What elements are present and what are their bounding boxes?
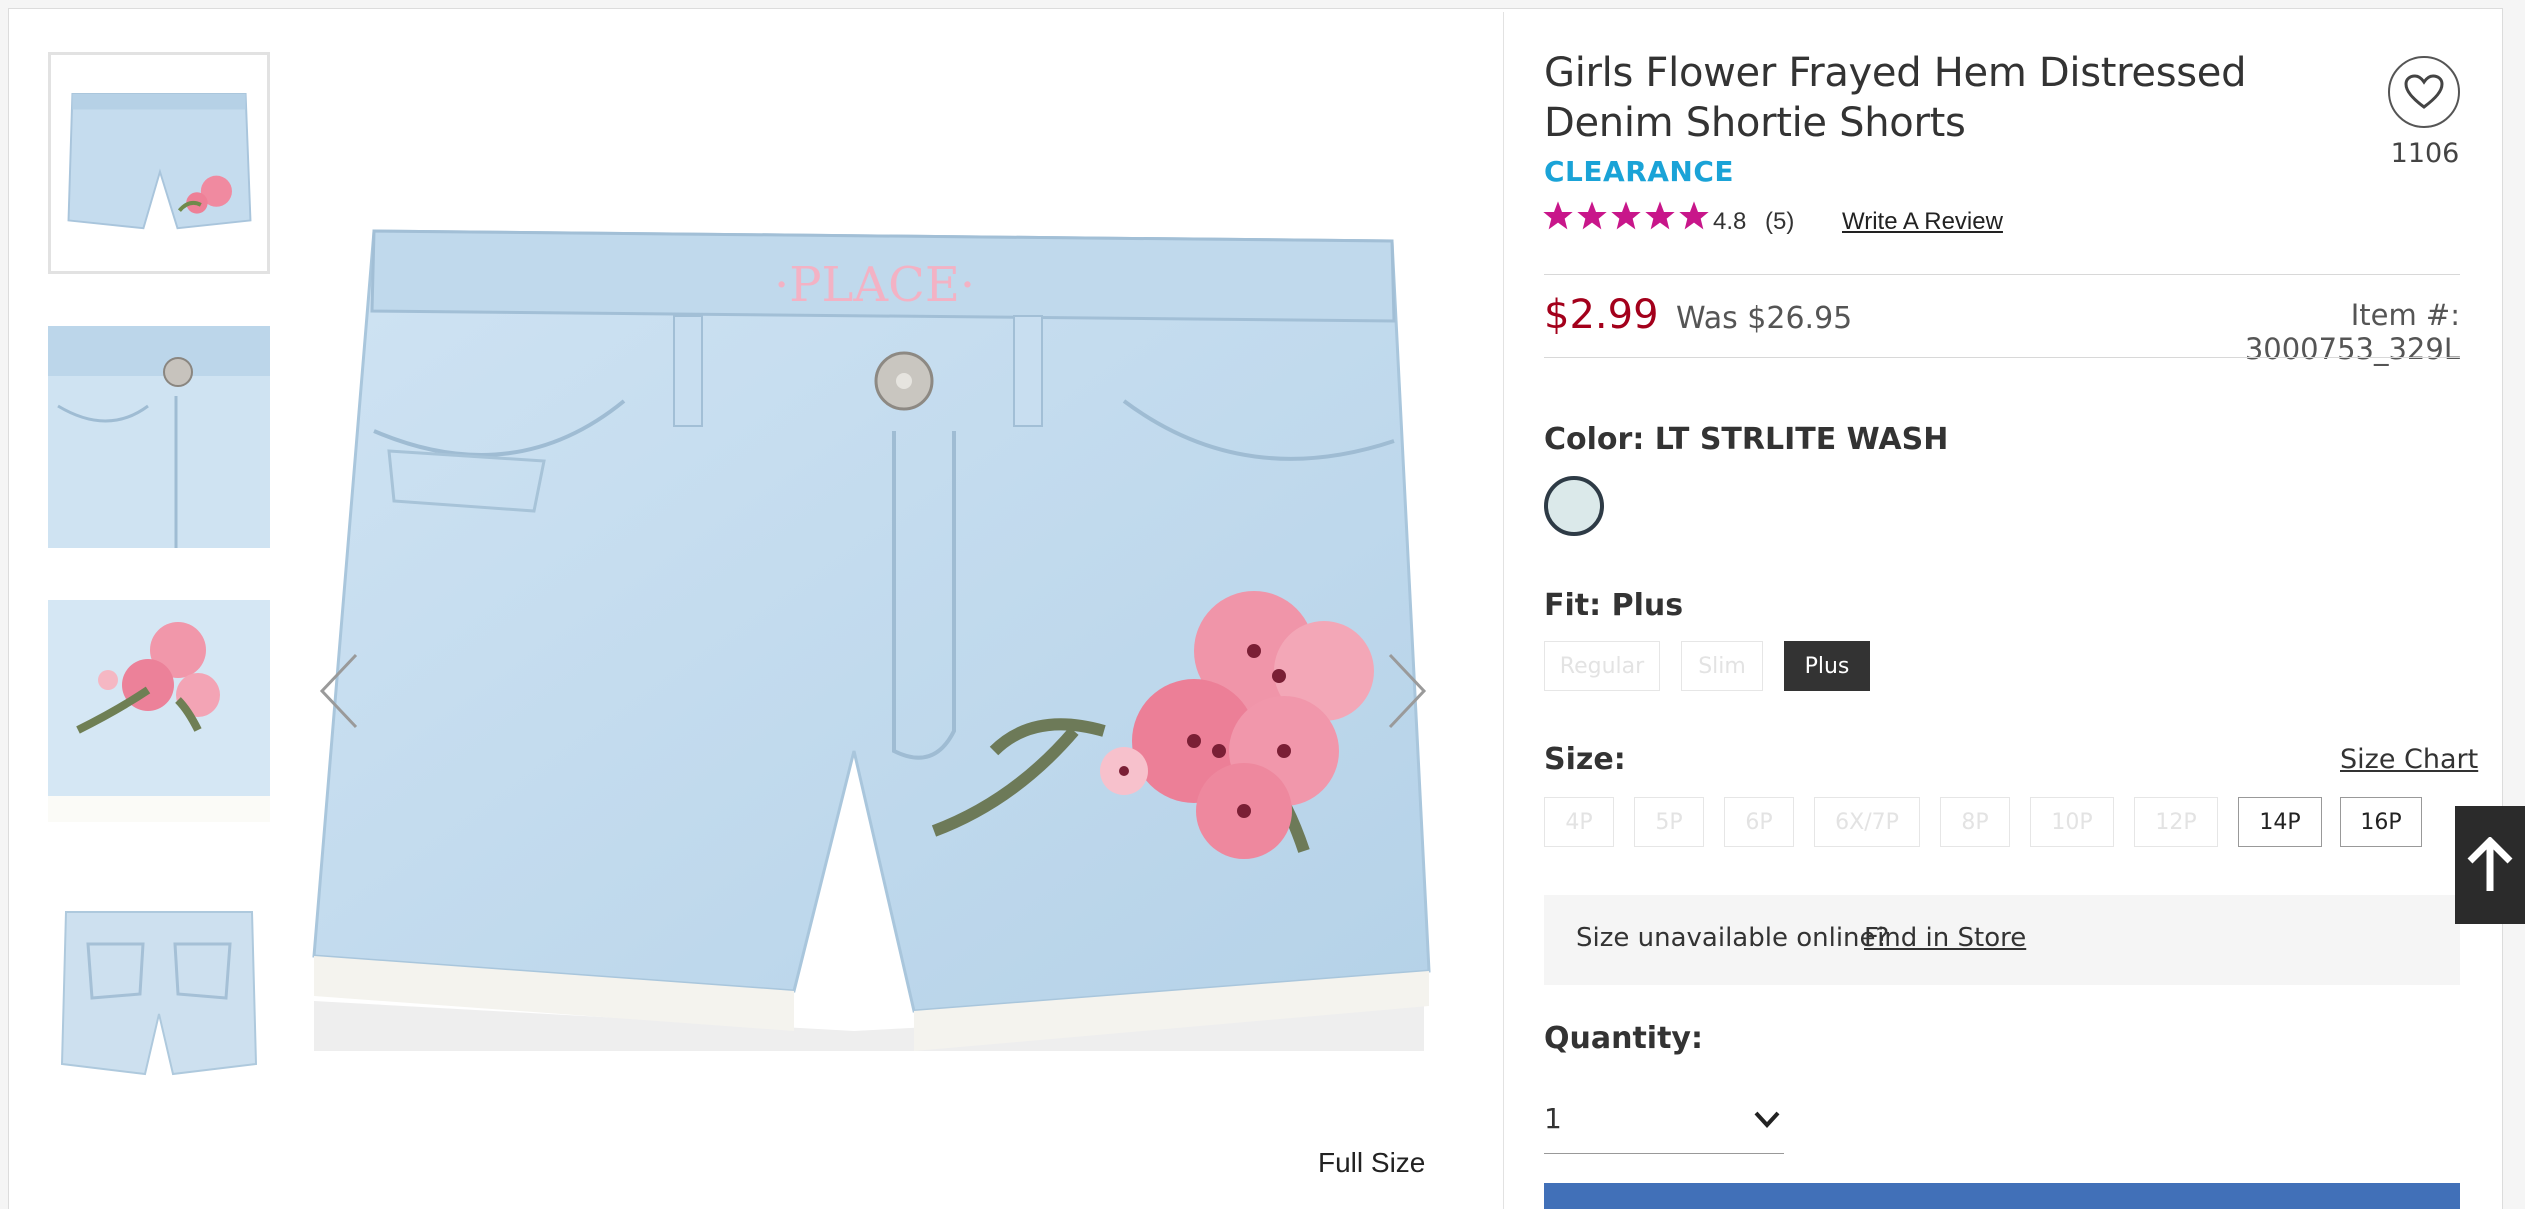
- size-unavailable-banner: Size unavailable online? Find in Store: [1544, 895, 2460, 985]
- star-icon: [1577, 201, 1607, 230]
- color-swatch[interactable]: [1544, 476, 1604, 536]
- write-review-link[interactable]: Write A Review: [1842, 208, 2003, 236]
- size-option[interactable]: 10P: [2030, 797, 2114, 847]
- svg-text:·PLACE·: ·PLACE·: [774, 257, 975, 313]
- fit-option-regular[interactable]: Regular: [1544, 641, 1660, 691]
- back-to-top-button[interactable]: [2455, 806, 2525, 924]
- fit-label: Fit: Plus: [1544, 588, 1683, 623]
- fit-label-text: Fit:: [1544, 588, 1602, 623]
- thumbnail-waist[interactable]: [48, 326, 270, 548]
- product-main-image[interactable]: ·PLACE· Full Size: [294, 51, 1461, 1209]
- fit-value: Plus: [1611, 588, 1684, 623]
- size-option[interactable]: 5P: [1634, 797, 1704, 847]
- thumbnail-flower[interactable]: [48, 600, 270, 822]
- size-chart-link[interactable]: Size Chart: [2340, 744, 2478, 775]
- color-label-text: Color:: [1544, 422, 1645, 457]
- fit-option-slim[interactable]: Slim: [1681, 641, 1763, 691]
- size-option[interactable]: 4P: [1544, 797, 1614, 847]
- quantity-value: 1: [1544, 1102, 1562, 1135]
- review-count[interactable]: (5): [1765, 208, 1794, 236]
- size-option-14p[interactable]: 14P: [2238, 797, 2322, 847]
- divider: [1544, 274, 2460, 275]
- favorites-count: 1106: [2390, 138, 2460, 169]
- chevron-down-icon: [1754, 1111, 1780, 1128]
- find-in-store-link[interactable]: Find in Store: [1864, 923, 2026, 953]
- size-option[interactable]: 12P: [2134, 797, 2218, 847]
- chevron-left-icon[interactable]: [316, 651, 362, 731]
- star-rating[interactable]: [1542, 200, 1710, 236]
- quantity-label: Quantity:: [1544, 1021, 1703, 1056]
- star-icon: [1679, 201, 1709, 230]
- size-label: Size:: [1544, 742, 1626, 777]
- star-icon: [1645, 201, 1675, 230]
- color-label: Color: LT STRLITE WASH: [1544, 422, 1948, 457]
- thumbnail-front[interactable]: [48, 52, 270, 274]
- star-icon: [1543, 201, 1573, 230]
- size-option-16p[interactable]: 16P: [2340, 797, 2422, 847]
- shorts-illustration: ·PLACE·: [294, 51, 1461, 1209]
- divider: [1544, 357, 2460, 358]
- chevron-right-icon[interactable]: [1384, 651, 1430, 731]
- arrow-up-icon: [2467, 837, 2513, 891]
- fit-option-plus[interactable]: Plus: [1784, 641, 1870, 691]
- size-option[interactable]: 6P: [1724, 797, 1794, 847]
- clearance-badge: CLEARANCE: [1544, 155, 1735, 188]
- full-size-link[interactable]: Full Size: [1318, 1147, 1425, 1179]
- item-number: Item #: 3000753_329L: [2244, 298, 2460, 366]
- column-divider: [1503, 12, 1504, 1209]
- product-title: Girls Flower Frayed Hem Distressed Denim…: [1544, 50, 2247, 146]
- star-icon: [1611, 201, 1641, 230]
- rating-value: 4.8: [1713, 208, 1747, 235]
- color-value: LT STRLITE WASH: [1654, 422, 1949, 457]
- sale-price: $2.99: [1544, 292, 1659, 338]
- was-price: Was $26.95: [1676, 301, 1853, 336]
- favorite-button[interactable]: [2388, 56, 2460, 128]
- heart-outline-icon: [2404, 74, 2444, 109]
- size-option[interactable]: 8P: [1940, 797, 2010, 847]
- thumbnail-back[interactable]: [48, 874, 270, 1096]
- size-unavailable-text: Size unavailable online?: [1576, 923, 1890, 953]
- quantity-select[interactable]: 1: [1544, 1090, 1784, 1154]
- size-option[interactable]: 6X/7P: [1814, 797, 1920, 847]
- add-to-bag-button[interactable]: [1544, 1183, 2460, 1209]
